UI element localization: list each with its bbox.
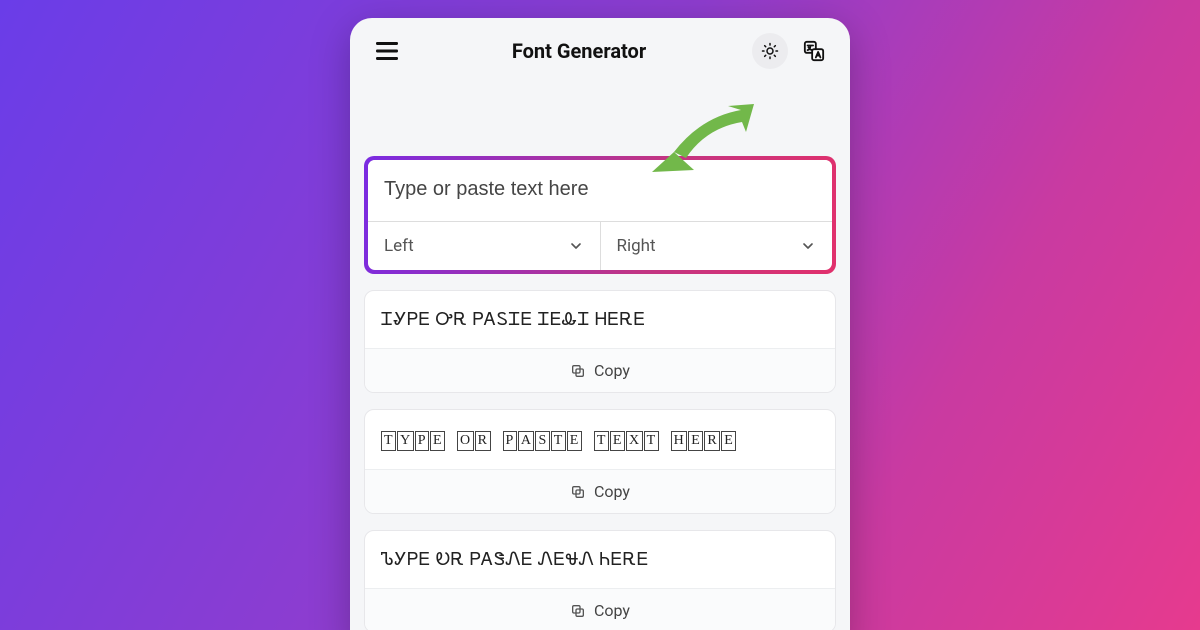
font-result-card: ᏆᎽᏢᎬ ᎤᎡ ᏢᎪᏚᏆᎬ ᏆᎬᎲᏆ ᎻᎬᎡᎬ Copy bbox=[364, 290, 836, 393]
input-panel: Left Right bbox=[364, 156, 836, 274]
main-text-input[interactable] bbox=[368, 160, 832, 221]
translate-button[interactable] bbox=[796, 33, 832, 69]
right-select-label: Right bbox=[617, 236, 656, 256]
translate-icon bbox=[803, 40, 825, 62]
sun-icon bbox=[761, 42, 779, 60]
copy-button[interactable]: Copy bbox=[365, 588, 835, 630]
chevron-down-icon bbox=[568, 238, 584, 254]
page-title: Font Generator bbox=[512, 39, 646, 63]
select-row: Left Right bbox=[368, 221, 832, 270]
menu-button[interactable] bbox=[368, 32, 406, 70]
copy-label: Copy bbox=[594, 482, 630, 501]
copy-label: Copy bbox=[594, 601, 630, 620]
input-panel-inner: Left Right bbox=[368, 160, 832, 270]
font-result-text: ᏆᎽᏢᎬ ᎤᎡ ᏢᎪᏚᏆᎬ ᏆᎬᎲᏆ ᎻᎬᎡᎬ bbox=[365, 291, 835, 348]
left-select-label: Left bbox=[384, 236, 414, 256]
copy-button[interactable]: Copy bbox=[365, 469, 835, 513]
font-result-card: TYPE OR PASTE TEXT HERE Copy bbox=[364, 409, 836, 514]
left-select[interactable]: Left bbox=[368, 222, 600, 270]
app-frame: Font Generator Left bbox=[350, 18, 850, 630]
copy-button[interactable]: Copy bbox=[365, 348, 835, 392]
right-select[interactable]: Right bbox=[600, 222, 833, 270]
copy-icon bbox=[570, 603, 586, 619]
font-result-card: ᏖᎩᏢᎬ ᎧᎡ ᏢᎪᏕᏁᎬ ᏁᎬᏠᏁ ᏂᎬᎡᎬ Copy bbox=[364, 530, 836, 630]
top-bar: Font Generator bbox=[350, 18, 850, 86]
copy-icon bbox=[570, 363, 586, 379]
font-result-text: TYPE OR PASTE TEXT HERE bbox=[365, 410, 835, 469]
copy-icon bbox=[570, 484, 586, 500]
content-area: Left Right ᏆᎽᏢᎬ ᎤᎡ ᏢᎪᏚᏆᎬ ᏆᎬᎲᏆ ᎻᎬᎡᎬ Copy bbox=[350, 156, 850, 630]
chevron-down-icon bbox=[800, 238, 816, 254]
copy-label: Copy bbox=[594, 361, 630, 380]
theme-toggle-button[interactable] bbox=[752, 33, 788, 69]
top-icon-group bbox=[752, 33, 832, 69]
font-result-text: ᏖᎩᏢᎬ ᎧᎡ ᏢᎪᏕᏁᎬ ᏁᎬᏠᏁ ᏂᎬᎡᎬ bbox=[365, 531, 835, 588]
menu-icon bbox=[376, 42, 398, 60]
